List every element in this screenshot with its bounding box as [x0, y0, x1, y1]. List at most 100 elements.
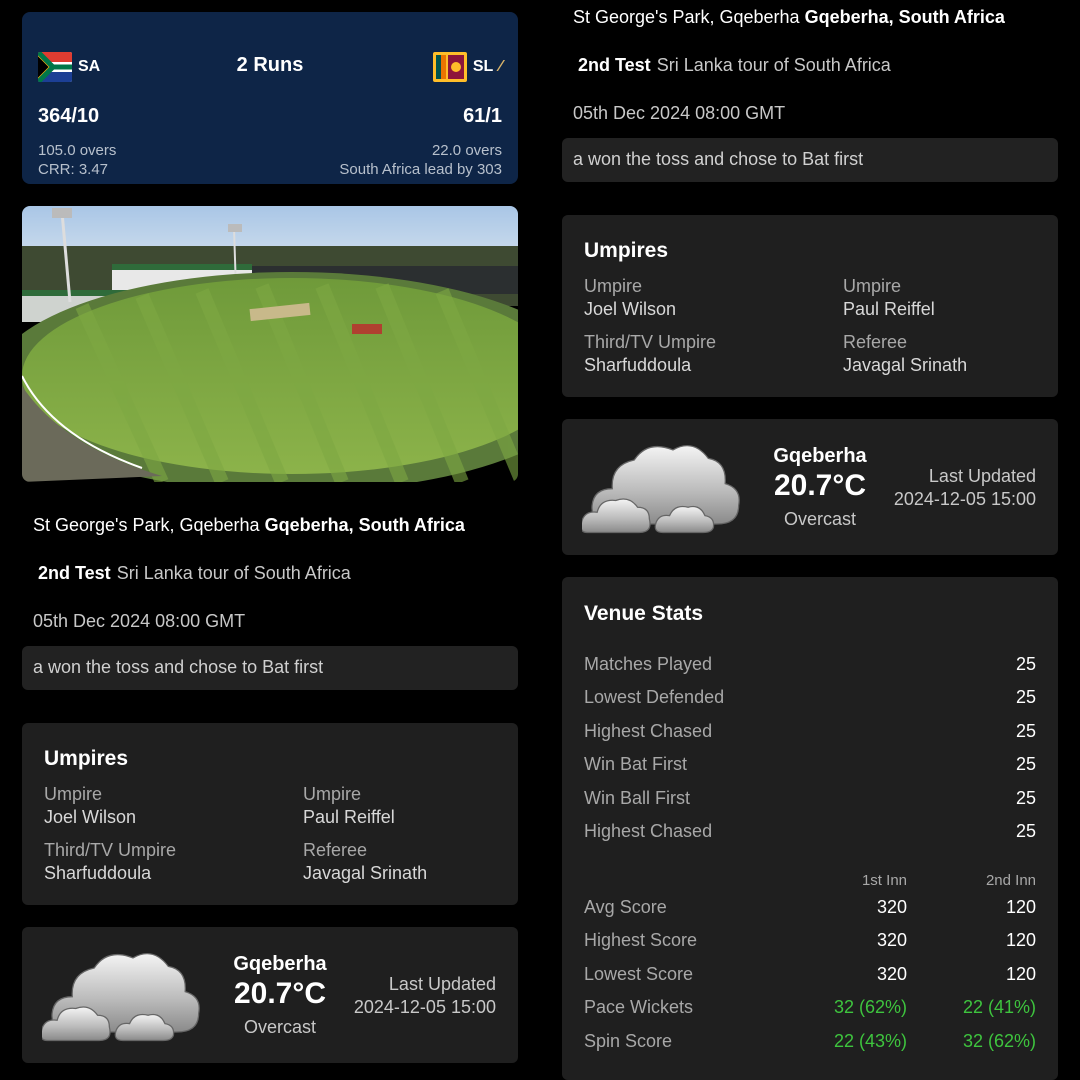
stat-value: 25 [1015, 821, 1036, 841]
venue-stats-title: Venue Stats [584, 602, 704, 625]
innings-label: Lowest Score [584, 964, 694, 984]
stat-value: 25 [1015, 687, 1036, 707]
stat-row: Win Ball First 25 [584, 788, 1036, 810]
innings-row: Spin Score 22 (43%) 32 (62%) [584, 1031, 1036, 1053]
weather-temp: 20.7°C [233, 977, 327, 1010]
tv-umpire-name: Sharfuddoula [44, 863, 152, 883]
col1-header: 1st Inn [861, 872, 907, 889]
stat-label: Win Bat First [584, 754, 688, 774]
stat-label: Highest Chased [584, 821, 713, 841]
toss-info: a won the toss and chose to Bat first [22, 646, 518, 690]
referee-name: Javagal Srinath [843, 355, 968, 375]
weather-condition: Overcast [783, 509, 857, 529]
weather-card: Gqeberha 20.7°C Overcast Last Updated 20… [22, 927, 518, 1063]
innings-second: 120 [1005, 897, 1036, 917]
umpire2-label: Umpire [303, 784, 362, 804]
ground-location: Gqeberha, South Africa [804, 7, 1005, 27]
stat-row: Highest Chased 25 [584, 721, 1036, 743]
sri-lanka-flag-icon [432, 52, 467, 82]
tv-umpire-label: Third/TV Umpire [44, 840, 177, 860]
team2-overs: 22.0 overs [431, 142, 502, 159]
umpires-card: Umpires Umpire Joel Wilson Umpire Paul R… [22, 723, 518, 905]
stat-value: 25 [1015, 788, 1036, 808]
ground-location: Gqeberha, South Africa [264, 515, 465, 535]
venue-line: St George's Park, Gqeberha Gqeberha, Sou… [33, 515, 465, 536]
innings-first: 22 (43%) [833, 1031, 907, 1051]
tv-umpire-name: Sharfuddoula [584, 355, 692, 375]
weather-condition: Overcast [243, 1017, 317, 1037]
referee-label: Referee [843, 332, 908, 352]
match-datetime: 05th Dec 2024 08:00 GMT [33, 611, 246, 631]
umpires-title: Umpires [44, 747, 129, 770]
stat-label: Win Ball First [584, 788, 691, 808]
umpires-title: Umpires [584, 239, 669, 262]
series-name: Sri Lanka tour of South Africa [116, 563, 351, 583]
team1-crr: CRR: 3.47 [38, 161, 109, 178]
tv-umpire-label: Third/TV Umpire [584, 332, 717, 352]
innings-row: Avg Score 320 120 [584, 897, 1036, 919]
team2-score: 61/1 [463, 105, 502, 127]
venue-stats-card: Venue Stats Matches Played 25 Lowest Defe… [562, 577, 1058, 1080]
innings-second: 22 (41%) [962, 997, 1036, 1017]
stat-row: Matches Played 25 [584, 654, 1036, 676]
series-name: Sri Lanka tour of South Africa [656, 55, 891, 75]
umpires-card: Umpires Umpire Joel Wilson Umpire Paul R… [562, 215, 1058, 397]
team2-name: SL [472, 58, 494, 75]
venue-line: St George's Park, Gqeberha Gqeberha, Sou… [573, 7, 1005, 28]
stat-label: Matches Played [584, 654, 713, 674]
batting-icon: ∕ [499, 58, 502, 75]
innings-first: 320 [876, 897, 907, 917]
updated-time: 2024-12-05 15:00 [353, 997, 496, 1017]
stat-value: 25 [1015, 754, 1036, 774]
ground-name: St George's Park, Gqeberha [33, 515, 260, 535]
weather-city: Gqeberha [773, 445, 867, 467]
updated-time: 2024-12-05 15:00 [893, 489, 1036, 509]
ground-name: St George's Park, Gqeberha [573, 7, 800, 27]
innings-first: 32 (62%) [833, 997, 907, 1017]
match-number: 2nd Test [578, 55, 651, 75]
innings-label: Avg Score [584, 897, 667, 917]
stat-value: 25 [1015, 721, 1036, 741]
stat-value: 25 [1015, 654, 1036, 674]
umpire1-name: Joel Wilson [584, 299, 677, 319]
toss-info: a won the toss and chose to Bat first [562, 138, 1058, 182]
innings-row: Lowest Score 320 120 [584, 964, 1036, 986]
weather-updated: Last Updated 2024-12-05 15:00 [894, 465, 1036, 511]
umpire2-label: Umpire [843, 276, 902, 296]
team2: SL ∕ [432, 52, 502, 82]
innings-first: 320 [876, 964, 907, 984]
umpire1-label: Umpire [44, 784, 103, 804]
ground-image [22, 206, 518, 482]
updated-label: Last Updated [388, 974, 496, 994]
stat-row: Highest Chased 25 [584, 821, 1036, 843]
innings-second: 120 [1005, 930, 1036, 950]
col2-header: 2nd Inn [985, 872, 1036, 889]
team1-score: 364/10 [38, 105, 100, 127]
umpire2-name: Paul Reiffel [303, 807, 395, 827]
updated-label: Last Updated [928, 466, 1036, 486]
stat-row: Lowest Defended 25 [584, 687, 1036, 709]
match-number: 2nd Test [38, 563, 111, 583]
referee-name: Javagal Srinath [303, 863, 428, 883]
innings-first: 320 [876, 930, 907, 950]
innings-label: Highest Score [584, 930, 698, 950]
weather-updated: Last Updated 2024-12-05 15:00 [354, 973, 496, 1019]
stat-row: Win Bat First 25 [584, 754, 1036, 776]
match-line: 2nd Test Sri Lanka tour of South Africa [578, 55, 891, 76]
innings-label: Pace Wickets [584, 997, 694, 1017]
innings-second: 120 [1005, 964, 1036, 984]
stat-label: Highest Chased [584, 721, 713, 741]
weather-city: Gqeberha [233, 953, 327, 975]
innings-label: Spin Score [584, 1031, 673, 1051]
innings-row: Pace Wickets 32 (62%) 22 (41%) [584, 997, 1036, 1019]
match-datetime: 05th Dec 2024 08:00 GMT [573, 103, 786, 123]
score-card[interactable]: SA 2 Runs SL ∕ 364/10 61/1 105.0 overs C… [22, 12, 518, 184]
cloud-icon [42, 952, 200, 1042]
innings-row: Highest Score 320 120 [584, 930, 1036, 952]
referee-label: Referee [303, 840, 368, 860]
umpire2-name: Paul Reiffel [843, 299, 935, 319]
umpire1-name: Joel Wilson [44, 807, 137, 827]
weather-temp: 20.7°C [773, 469, 867, 502]
stat-label: Lowest Defended [584, 687, 725, 707]
match-line: 2nd Test Sri Lanka tour of South Africa [38, 563, 351, 584]
